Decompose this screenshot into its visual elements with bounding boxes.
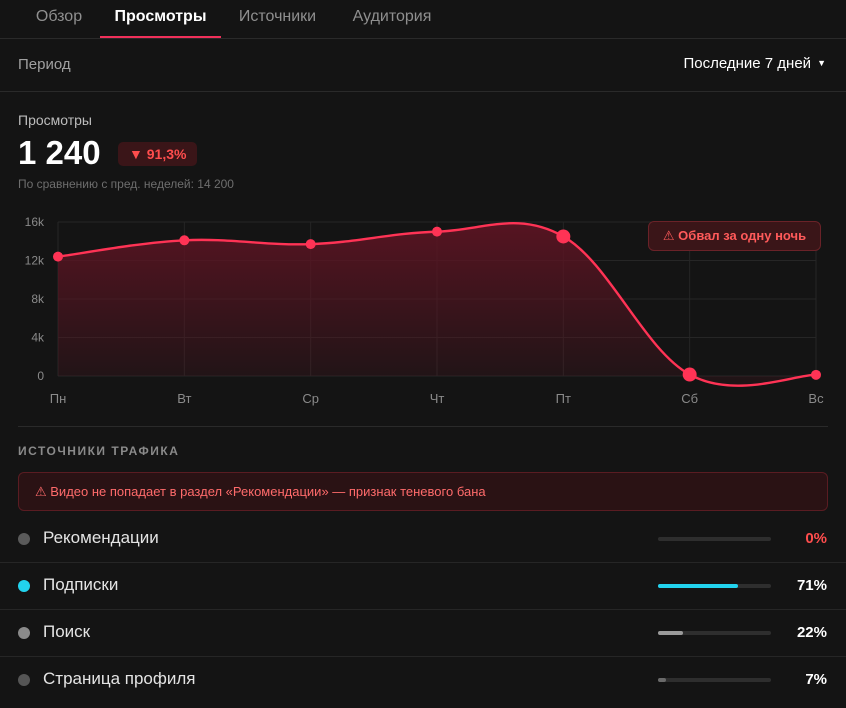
source-value: 0% — [805, 530, 827, 547]
x-tick-label: Пн — [50, 391, 67, 406]
source-name: Подписки — [43, 575, 119, 594]
period-dropdown[interactable]: Последние 7 дней ▼ — [683, 55, 826, 72]
source-name: Поиск — [43, 622, 91, 641]
source-bar-fill — [658, 584, 739, 588]
source-bar-track — [658, 584, 771, 588]
traffic-section-title: Источники трафика — [18, 444, 180, 458]
comparison-text: По сравнению с пред. неделей: 14 200 — [18, 177, 234, 191]
data-point — [179, 235, 190, 246]
metric-value: 1 240 — [18, 134, 101, 171]
x-tick-label: Вс — [808, 391, 824, 406]
traffic-source-row: Поиск 22% — [0, 610, 846, 657]
data-point — [682, 367, 697, 382]
source-bar-fill — [658, 678, 666, 682]
data-point — [305, 239, 316, 250]
source-bar-fill — [658, 631, 683, 635]
metric-title: Просмотры — [18, 112, 92, 128]
traffic-sources-list: Рекомендации 0% Подписки 71% Поиск 22% Страниц… — [0, 516, 846, 703]
y-tick-label: 8k — [31, 292, 45, 306]
tab-bar: Обзор Просмотры Источники Аудитория — [0, 0, 846, 39]
tab-overview[interactable]: Обзор — [20, 0, 98, 36]
y-tick-label: 12k — [25, 254, 45, 268]
source-name: Рекомендации — [43, 528, 159, 547]
x-tick-label: Сб — [681, 391, 698, 406]
section-divider — [18, 426, 828, 427]
period-row: Период Последние 7 дней ▼ — [0, 39, 846, 92]
traffic-source-row: Подписки 71% — [0, 563, 846, 610]
x-tick-label: Чт — [430, 391, 445, 406]
change-badge: ▼ 91,3% — [118, 142, 198, 166]
data-point — [53, 251, 63, 262]
x-tick-label: Ср — [302, 391, 319, 406]
shadowban-warning: ⚠ Видео не попадает в раздел «Рекомендац… — [18, 472, 828, 511]
traffic-source-row: Рекомендации 0% — [0, 516, 846, 563]
source-name: Страница профиля — [43, 669, 196, 688]
x-tick-label: Пт — [556, 391, 571, 406]
source-value: 71% — [796, 577, 827, 594]
source-dot-icon — [18, 533, 30, 545]
source-dot-icon — [18, 580, 30, 592]
x-tick-label: Вт — [177, 391, 191, 406]
tab-sources[interactable]: Источники — [225, 0, 330, 36]
source-bar-track — [658, 631, 771, 635]
source-dot-icon — [18, 674, 30, 686]
period-label: Период — [18, 56, 71, 73]
traffic-source-row: Страница профиля 7% — [0, 657, 846, 703]
tab-views[interactable]: Просмотры — [100, 0, 221, 38]
source-value: 22% — [796, 624, 827, 641]
source-bar-track — [658, 678, 771, 682]
caret-down-icon: ▼ — [817, 58, 826, 68]
tab-audience[interactable]: Аудитория — [337, 0, 447, 36]
y-tick-label: 4k — [31, 331, 45, 345]
data-point — [432, 226, 442, 237]
data-point — [556, 229, 571, 244]
source-bar-track — [658, 537, 771, 541]
crash-alert-chip: ⚠ Обвал за одну ночь — [648, 221, 821, 251]
y-tick-label: 0 — [37, 369, 44, 383]
source-value: 7% — [805, 671, 827, 688]
source-dot-icon — [18, 627, 30, 639]
y-tick-label: 16k — [25, 215, 45, 229]
data-point — [811, 369, 821, 380]
period-dropdown-value: Последние 7 дней — [683, 55, 812, 72]
